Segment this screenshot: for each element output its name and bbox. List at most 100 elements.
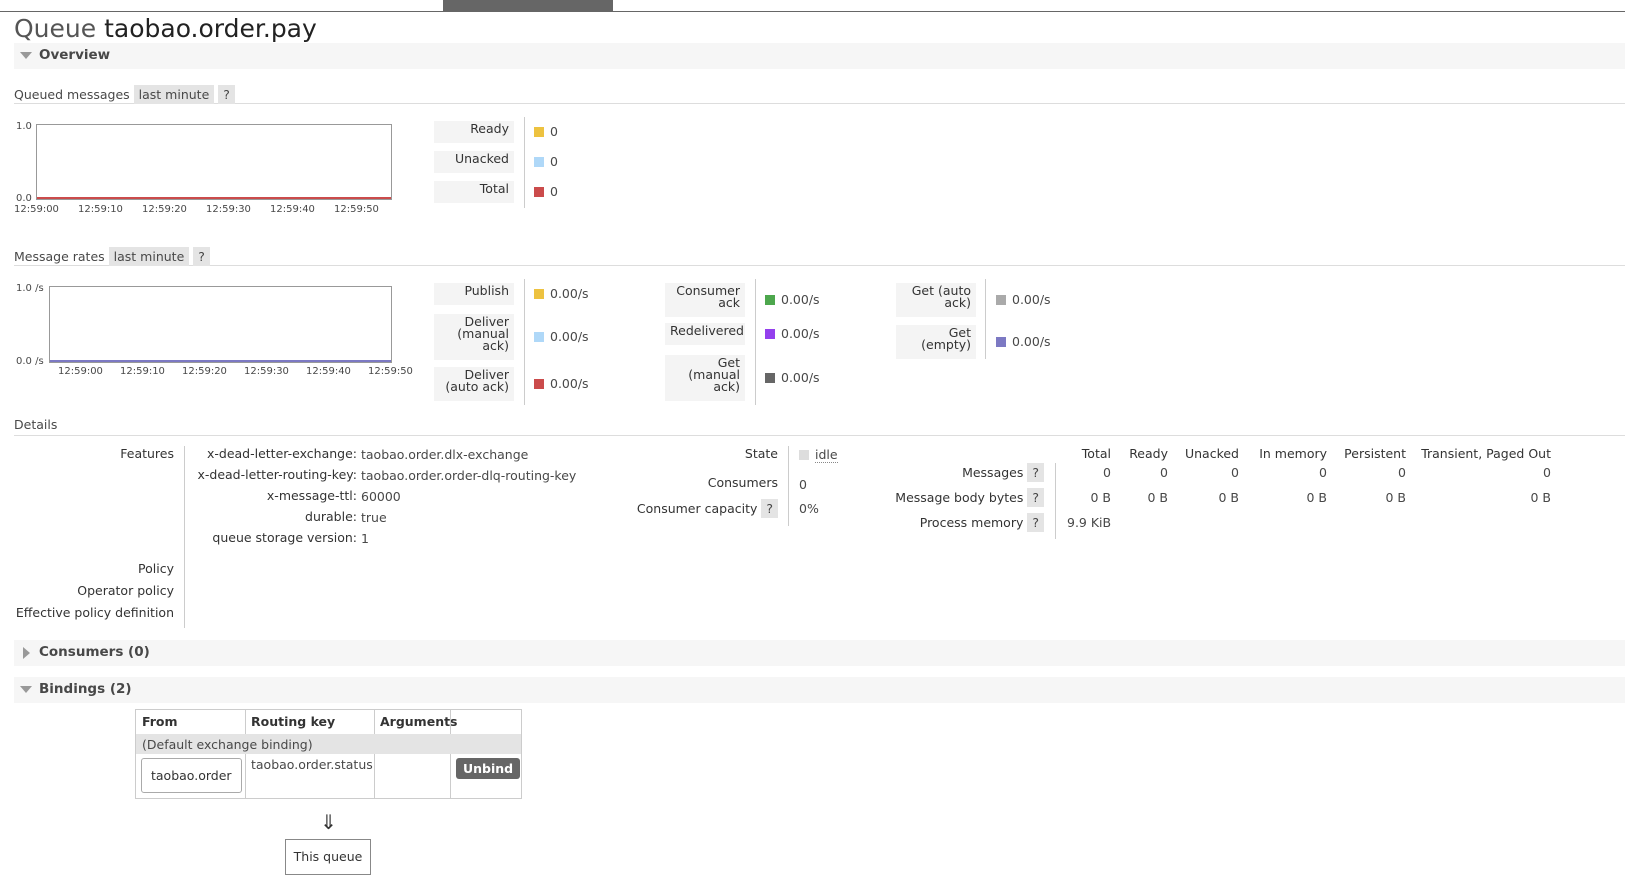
legend-value-text: 0 [550,184,558,199]
rates-legend-get-auto-ack[interactable]: Get (auto ack) [896,283,976,317]
body-bytes-label: Message body bytes ? [895,488,1044,507]
rates-value-deliver-auto-ack: 0.00/s [534,376,589,391]
bindings-col-arguments: Arguments [380,714,458,729]
feature-value: true [361,510,387,525]
table-row: taobao.order taobao.order.status Unbind [136,754,521,798]
memory-help-button[interactable]: ? [1027,513,1044,532]
rates-legend-deliver-manual-ack[interactable]: Deliver (manual ack) [434,314,514,360]
consumers-value: 0 [799,477,807,492]
legend-swatch-icon [996,337,1006,347]
messages-text: Messages [962,465,1024,480]
active-nav-tab[interactable] [443,0,613,11]
legend-value-text: 0.00/s [1012,292,1051,307]
message-rates-chart [49,286,392,363]
queued-x-tick: 12:59:20 [142,204,187,215]
stats-col-header: Total [1081,446,1111,461]
stats-col-header: Transient, Paged Out [1421,446,1551,461]
messages-value: 0 [1543,465,1551,480]
bindings-section-header[interactable]: Bindings (2) [14,677,1625,703]
body-bytes-value: 0 B [1090,490,1111,505]
message-rates-title: Message rates [14,249,105,264]
queued-legend-unacked[interactable]: Unacked [434,151,514,173]
rates-range-selector[interactable]: last minute [108,247,190,266]
details-title: Details [14,417,58,432]
collapse-triangle-icon [20,686,32,693]
body-bytes-value: 0 B [1385,490,1406,505]
rates-legend-deliver-auto-ack[interactable]: Deliver (auto ack) [434,367,514,401]
legend-value-text: 0.00/s [550,329,589,344]
feature-key: x-dead-letter-exchange: [206,446,357,461]
stats-col-header: In memory [1259,446,1327,461]
legend-value-text: 0.00/s [550,286,589,301]
queued-x-tick: 12:59:40 [270,204,315,215]
queued-legend-total[interactable]: Total [434,181,514,203]
rates-legend-publish[interactable]: Publish [434,283,514,305]
down-arrow-icon: ⇓ [320,810,337,834]
body-bytes-help-button[interactable]: ? [1027,488,1044,507]
rates-col2-divider [755,279,756,405]
queued-range-selector[interactable]: last minute [133,85,215,104]
page-title: Queue taobao.order.pay [14,14,317,43]
consumers-section-header[interactable]: Consumers (0) [14,640,1625,666]
queued-x-tick: 12:59:30 [206,204,251,215]
messages-label: Messages ? [962,463,1044,482]
rates-legend-redelivered[interactable]: Redelivered [665,323,745,345]
bindings-header-row: From Routing key Arguments [136,710,521,735]
overview-section-header[interactable]: Overview [14,43,1625,69]
details-header: Details [14,416,1625,436]
body-bytes-text: Message body bytes [895,490,1024,505]
expand-triangle-icon [23,647,30,659]
unbind-button[interactable]: Unbind [456,758,521,779]
messages-help-button[interactable]: ? [1027,463,1044,482]
feature-value: 60000 [361,489,401,504]
capacity-help-button[interactable]: ? [761,499,778,518]
queued-messages-title: Queued messages [14,87,130,102]
process-memory-label: Process memory ? [920,513,1044,532]
top-nav-line [0,11,1625,12]
features-divider [184,446,185,628]
rates-legend-get-empty[interactable]: Get (empty) [896,325,976,359]
queued-value-ready: 0 [534,124,558,139]
rates-x-tick: 12:59:40 [306,366,351,377]
queued-value-total: 0 [534,184,558,199]
rates-value-get-manual-ack: 0.00/s [765,370,820,385]
messages-value: 0 [1231,465,1239,480]
rates-x-tick: 12:59:00 [58,366,103,377]
feature-key: durable: [305,509,357,524]
queued-value-unacked: 0 [534,154,558,169]
queued-series-line [37,197,391,199]
bindings-table: From Routing key Arguments (Default exch… [135,709,522,799]
messages-value: 0 [1398,465,1406,480]
rates-legend-consumer-ack[interactable]: Consumer ack [665,283,745,317]
legend-value-text: 0.00/s [781,326,820,341]
col-divider [374,754,375,798]
state-indicator-icon [799,450,809,460]
rates-x-tick: 12:59:10 [120,366,165,377]
queued-x-tick: 12:59:10 [78,204,123,215]
binding-source-exchange-link[interactable]: taobao.order [141,758,242,793]
legend-value-text: 0.00/s [781,292,820,307]
col-divider [450,710,451,734]
queued-messages-chart [36,124,392,200]
feature-key: x-message-ttl: [266,488,357,503]
process-memory-value: 9.9 KiB [1067,515,1112,530]
policy-label: Policy [138,561,174,576]
rates-help-button[interactable]: ? [193,247,210,266]
overview-label: Overview [39,47,111,63]
rates-legend-get-manual-ack[interactable]: Get (manual ack) [665,355,745,401]
stats-divider [1055,463,1056,539]
legend-swatch-icon [534,127,544,137]
legend-swatch-icon [765,373,775,383]
effective-policy-label: Effective policy definition [15,605,174,620]
queued-legend-ready[interactable]: Ready [434,121,514,143]
body-bytes-value: 0 B [1530,490,1551,505]
legend-swatch-icon [534,289,544,299]
default-binding-row: (Default exchange binding) [136,734,521,754]
state-label: State [744,446,778,461]
process-memory-text: Process memory [919,515,1024,530]
queued-help-button[interactable]: ? [218,85,235,104]
rates-x-tick: 12:59:30 [244,366,289,377]
rates-value-redelivered: 0.00/s [765,326,820,341]
messages-value: 0 [1319,465,1327,480]
col-divider [374,710,375,734]
